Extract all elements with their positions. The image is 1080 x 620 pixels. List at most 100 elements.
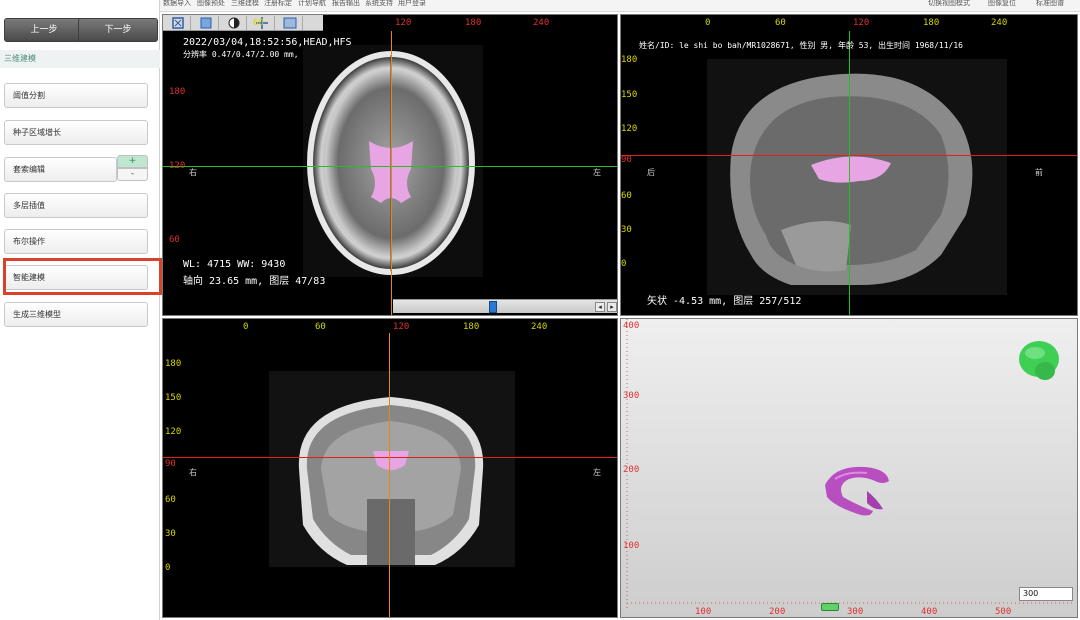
next-step-button[interactable]: 下一步 (78, 18, 158, 42)
slice-slider[interactable]: ◂ ▸ (393, 299, 617, 313)
ruler-label: 60 (775, 18, 786, 28)
menu-item[interactable]: 三维建模 (231, 0, 259, 8)
lasso-edit-button[interactable]: 套索编辑 (4, 157, 117, 182)
direction-right: 右 (189, 468, 197, 477)
layout-icon[interactable] (277, 16, 303, 30)
top-menu: 数据导入 图像预处 三维建模 注册标定 计划导航 报告输出 系统支持 用户登录 … (160, 0, 1080, 12)
ruler-label: 120 (393, 322, 410, 332)
multi-layer-interp-button[interactable]: 多层插值 (4, 193, 148, 218)
highlight-box (3, 258, 162, 295)
standard-atlas-button[interactable]: 标准图谱 (1036, 0, 1064, 8)
sidebar: 上一步 下一步 三维建模 阈值分割 种子区域增长 套索编辑 + - 多层插值 布… (0, 0, 162, 620)
ruler-label: 120 (621, 124, 638, 134)
slider-thumb[interactable] (489, 301, 497, 313)
ruler-label: 100 (623, 541, 640, 551)
ruler-label: 300 (847, 607, 864, 617)
3d-scene (626, 319, 1073, 609)
3d-view[interactable]: 400 300 200 100 100 200 300 400 500 300 (620, 318, 1078, 618)
ruler-label: 150 (621, 90, 638, 100)
crosshair-vertical (849, 31, 850, 315)
ruler-label: 60 (315, 322, 326, 332)
crosshair-horizontal (163, 457, 617, 458)
ruler-label: 100 (695, 607, 712, 617)
ventricle-model (825, 466, 889, 516)
ruler-label: 120 (165, 427, 182, 437)
ruler-label: 180 (463, 322, 480, 332)
ruler-label: 240 (531, 322, 548, 332)
ruler-label: 200 (769, 607, 786, 617)
axial-position-text: 轴向 23.65 mm, 图层 47/83 (183, 276, 326, 287)
crosshair-vertical (389, 333, 390, 617)
ruler-label: 0 (243, 322, 249, 332)
ruler-label: 0 (165, 563, 171, 573)
ruler-label: 90 (621, 155, 632, 165)
menu-item[interactable]: 系统支持 (365, 0, 393, 8)
axial-view[interactable]: 60 120 180 240 180 120 60 2022/03/04,18:… (162, 14, 618, 316)
ruler-label: 30 (621, 225, 632, 235)
menu-item[interactable]: 图像预处 (197, 0, 225, 8)
view-mode-button[interactable]: 切换视图模式 (928, 0, 970, 8)
contrast-icon[interactable] (221, 16, 247, 30)
ruler-label: 60 (169, 235, 180, 245)
direction-back: 后 (647, 168, 655, 177)
ruler-label: 60 (165, 495, 176, 505)
ruler-label: 180 (923, 18, 940, 28)
ruler-label: 400 (921, 607, 938, 617)
sagittal-position-text: 矢状 -4.53 mm, 图层 257/512 (647, 296, 802, 307)
ruler-label: 240 (991, 18, 1008, 28)
reset-image-button[interactable]: 图像复位 (988, 0, 1016, 8)
coronal-view[interactable]: 0 60 120 180 240 180 150 120 90 60 30 0 … (162, 318, 618, 618)
window-level-text: WL: 4715 WW: 9430 (183, 259, 286, 270)
menu-item[interactable]: 计划导航 (298, 0, 326, 8)
ruler-label: 60 (253, 18, 264, 28)
region-growing-button[interactable]: 种子区域增长 (4, 120, 148, 145)
patient-info: 姓名/ID: le shi bo bah/MR1028671, 性别 男, 年龄… (639, 41, 964, 50)
3d-slider-handle[interactable] (821, 603, 839, 611)
direction-left: 左 (593, 468, 601, 477)
ruler-label: 90 (165, 459, 176, 469)
head-icon (1019, 341, 1059, 380)
app-window: 上一步 下一步 三维建模 阈值分割 种子区域增长 套索编辑 + - 多层插值 布… (0, 0, 1080, 620)
menu-item[interactable]: 报告输出 (332, 0, 360, 8)
crosshair-vertical (391, 31, 392, 315)
fit-view-icon[interactable] (165, 16, 191, 30)
ruler-label: 300 (623, 391, 640, 401)
ruler-label: 180 (165, 359, 182, 369)
threshold-segmentation-button[interactable]: 阈值分割 (4, 83, 148, 108)
ruler-label: 180 (465, 18, 482, 28)
ruler-label: 0 (621, 259, 627, 269)
ruler-label: 500 (995, 607, 1012, 617)
menu-item[interactable]: 数据导入 (163, 0, 191, 8)
direction-front: 前 (1035, 168, 1043, 177)
sidebar-section-title: 三维建模 (0, 50, 160, 68)
ruler-label: 30 (165, 529, 176, 539)
slider-right-arrow[interactable]: ▸ (607, 302, 617, 312)
ruler-label: 240 (533, 18, 550, 28)
view-toolbar (163, 15, 323, 31)
zoom-in-button[interactable]: + (117, 155, 148, 168)
zoom-out-button[interactable]: - (117, 168, 148, 181)
ruler-label: 120 (853, 18, 870, 28)
ruler-label: 180 (621, 55, 638, 65)
sagittal-view[interactable]: 0 60 120 180 240 180 150 120 90 60 30 0 … (620, 14, 1078, 316)
scan-datetime: 2022/03/04,18:52:56,HEAD,HFS (183, 37, 352, 48)
ruler-label: 60 (621, 191, 632, 201)
ruler-label: 150 (165, 393, 182, 403)
ruler-label: 120 (395, 18, 412, 28)
window-icon[interactable] (193, 16, 219, 30)
ruler-label: 0 (705, 18, 711, 28)
value-input[interactable]: 300 (1019, 587, 1073, 601)
ruler-label: 180 (169, 87, 186, 97)
boolean-op-button[interactable]: 布尔操作 (4, 229, 148, 254)
resolution-text: 分辨率 0.47/0.47/2.00 mm, (183, 50, 299, 59)
prev-step-button[interactable]: 上一步 (4, 18, 84, 42)
generate-3d-model-button[interactable]: 生成三维模型 (4, 302, 148, 327)
slider-left-arrow[interactable]: ◂ (595, 302, 605, 312)
ruler-label: 400 (623, 321, 640, 331)
direction-right: 右 (189, 168, 197, 177)
direction-left: 左 (593, 168, 601, 177)
coronal-image (269, 371, 515, 567)
menu-item[interactable]: 注册标定 (264, 0, 292, 8)
ruler-label: 200 (623, 465, 640, 475)
menu-item[interactable]: 用户登录 (398, 0, 426, 8)
